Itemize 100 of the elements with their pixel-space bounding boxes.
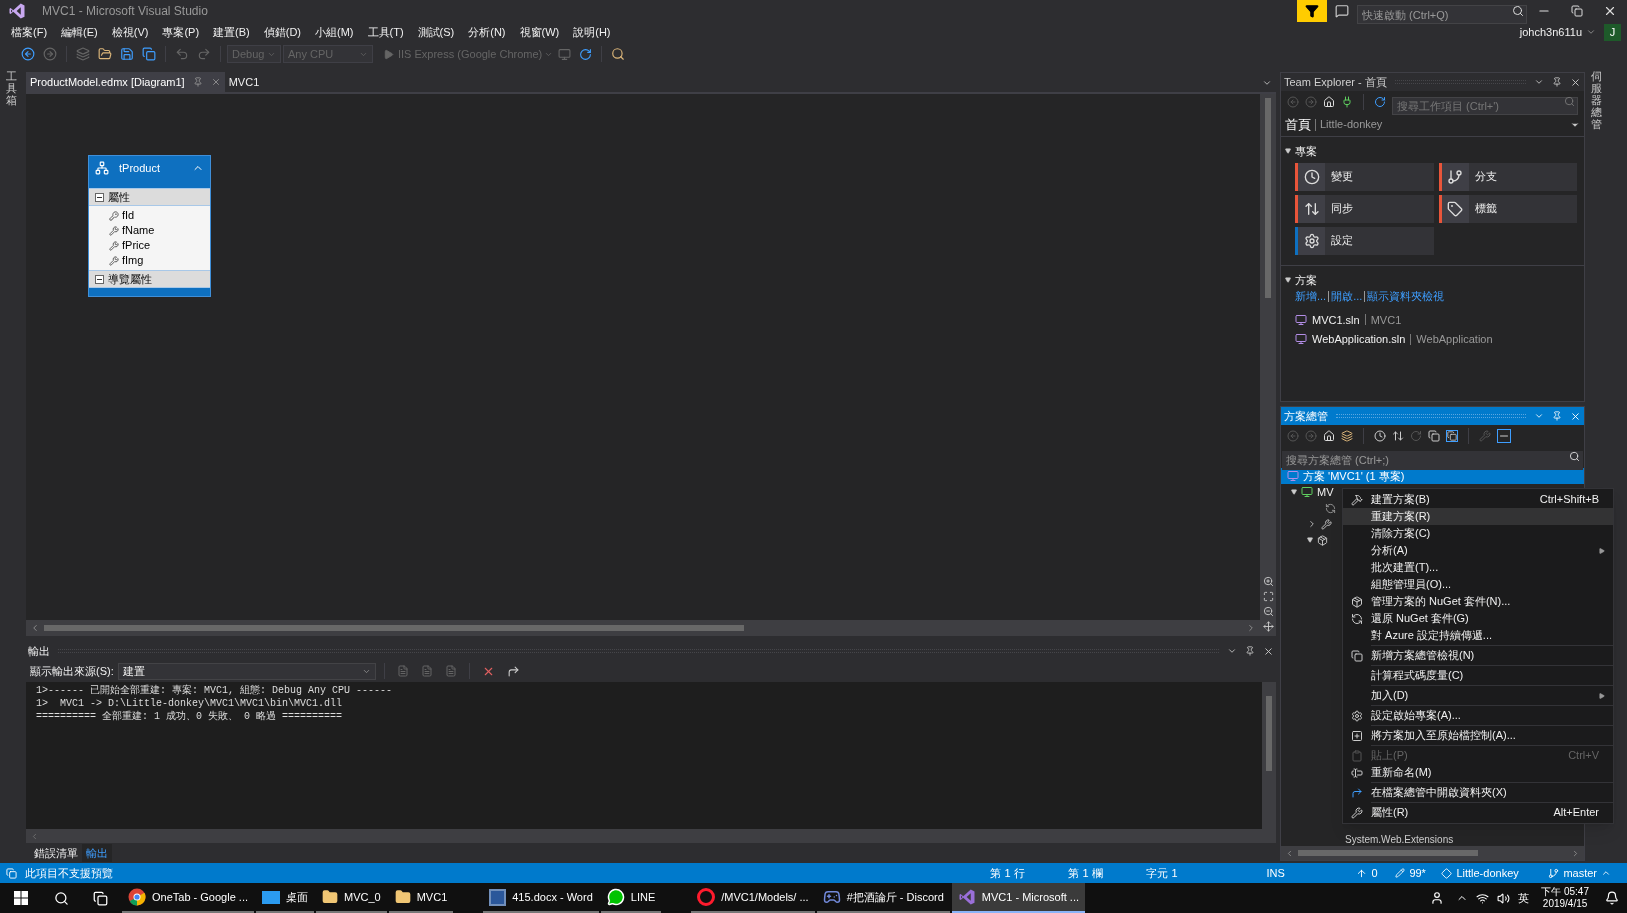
- nav-tile[interactable]: 同步: [1295, 194, 1434, 223]
- collapse-icon[interactable]: [95, 274, 104, 284]
- entity-shape[interactable]: tProduct 屬性 fId fName fPrice fImg 導覽屬性: [88, 155, 211, 297]
- close-icon[interactable]: [1570, 76, 1581, 88]
- menu-item[interactable]: 小組(M): [308, 23, 361, 41]
- previous-message-icon[interactable]: [420, 665, 433, 677]
- document-tab[interactable]: MVC1: [224, 72, 264, 92]
- user-name[interactable]: johch3n611u: [1519, 23, 1582, 41]
- solution-file[interactable]: MVC1.sln: [1312, 311, 1360, 328]
- changes-count[interactable]: 99*: [1409, 864, 1442, 882]
- menu-item[interactable]: 加入(D): [1343, 687, 1613, 704]
- branch-name[interactable]: master: [1563, 864, 1597, 882]
- zoom-in-icon[interactable]: [1262, 576, 1274, 587]
- menu-item[interactable]: 說明(H): [566, 23, 618, 41]
- scroll-left-icon[interactable]: [30, 623, 40, 633]
- expanded-icon[interactable]: [1285, 148, 1291, 155]
- open-folder-button[interactable]: [98, 47, 112, 61]
- taskbar-app[interactable]: MVC1 - Microsoft ...: [951, 883, 1086, 913]
- save-all-button[interactable]: [142, 47, 156, 61]
- menu-item[interactable]: 測試(S): [410, 23, 462, 41]
- menu-item[interactable]: 對 Azure 設定持續傳遞...: [1343, 627, 1613, 644]
- search-field[interactable]: 搜尋方案總管 (Ctrl+;): [1282, 450, 1583, 470]
- menu-item[interactable]: 視窗(W): [512, 23, 567, 41]
- branch-icon[interactable]: [1548, 867, 1560, 879]
- tree-item[interactable]: System.Web.Extensions: [1345, 833, 1454, 846]
- solution-file[interactable]: WebApplication.sln: [1312, 331, 1406, 348]
- notification-button[interactable]: [1297, 0, 1327, 22]
- menu-item[interactable]: 新增方案總管檢視(N): [1343, 647, 1613, 664]
- nav-tile[interactable]: 設定: [1295, 226, 1434, 255]
- clock[interactable]: 下午 05:47 2019/4/15: [1541, 886, 1589, 910]
- repository-icon[interactable]: [1441, 867, 1453, 879]
- taskbar-app[interactable]: 桌面: [256, 883, 314, 913]
- tree-item[interactable]: MV: [1281, 484, 1337, 500]
- scroll-left-icon[interactable]: [1285, 848, 1294, 858]
- pencil-icon[interactable]: [1395, 868, 1406, 878]
- scrollbar-thumb[interactable]: [1298, 850, 1478, 856]
- menu-item[interactable]: 將方案加入至原始檔控制(A)...: [1343, 727, 1613, 744]
- entity-property[interactable]: fImg: [89, 253, 210, 268]
- menu-item[interactable]: 分析(A): [1343, 542, 1613, 559]
- scrollbar-thumb[interactable]: [1265, 98, 1271, 298]
- taskbar-app[interactable]: #把酒論斤 - Discord: [816, 883, 950, 913]
- save-button[interactable]: [120, 47, 134, 61]
- publish-icon[interactable]: [1356, 867, 1368, 879]
- close-icon[interactable]: [1570, 410, 1581, 422]
- pin-icon[interactable]: [1552, 411, 1562, 421]
- network-icon[interactable]: [1476, 891, 1490, 905]
- collapsed-icon[interactable]: [1307, 519, 1317, 529]
- menu-item[interactable]: 工具(T): [360, 23, 411, 41]
- link[interactable]: 開啟...: [1331, 288, 1363, 305]
- menu-item[interactable]: 建置(B): [206, 23, 257, 41]
- feedback-icon[interactable]: [1335, 4, 1349, 18]
- menu-item[interactable]: 專案(P): [155, 23, 207, 41]
- document-tab[interactable]: ProductModel.edmx [Diagram1]: [26, 72, 225, 92]
- panel-tab[interactable]: 錯誤清單: [30, 844, 82, 862]
- nav-tile[interactable]: 標籤: [1438, 194, 1577, 223]
- pin-icon[interactable]: [1245, 646, 1255, 656]
- fit-icon[interactable]: [1262, 591, 1274, 602]
- start-button[interactable]: [14, 891, 28, 905]
- menu-item[interactable]: 編輯(E): [54, 23, 105, 41]
- volume-icon[interactable]: [1497, 891, 1511, 905]
- menu-item[interactable]: 管理方案的 NuGet 套件(N)...: [1343, 593, 1613, 610]
- repository-name[interactable]: Little-donkey: [1456, 864, 1549, 882]
- pan-icon[interactable]: [1262, 621, 1274, 632]
- connection-name[interactable]: Little-donkey: [1320, 116, 1566, 133]
- taskbar-app[interactable]: OneTab - Google ...: [122, 883, 254, 913]
- taskbar-app[interactable]: MVC_0: [316, 883, 387, 913]
- play-icon[interactable]: [383, 48, 394, 60]
- word-wrap-icon[interactable]: [506, 664, 520, 678]
- next-message-icon[interactable]: [444, 665, 457, 677]
- people-icon[interactable]: [1430, 891, 1445, 905]
- close-button[interactable]: [1603, 4, 1617, 18]
- menu-item[interactable]: 重新命名(M): [1343, 764, 1613, 781]
- pin-icon[interactable]: [1552, 77, 1562, 87]
- forward-button[interactable]: [43, 47, 57, 61]
- unpublished-count[interactable]: 0: [1371, 864, 1396, 882]
- home-button[interactable]: [1323, 96, 1335, 108]
- expanded-icon[interactable]: [1307, 537, 1313, 543]
- goto-output-icon[interactable]: [396, 665, 409, 677]
- scrollbar-thumb[interactable]: [44, 625, 744, 631]
- menu-item[interactable]: 建置方案(B) Ctrl+Shift+B: [1343, 491, 1613, 508]
- sync-button[interactable]: [1392, 430, 1404, 442]
- collapse-icon[interactable]: [95, 192, 104, 202]
- task-view-button[interactable]: [93, 890, 108, 906]
- menu-item[interactable]: 在檔案總管中開啟資料夾(X): [1343, 784, 1613, 801]
- menu-item[interactable]: 還原 NuGet 套件(G): [1343, 610, 1613, 627]
- pending-changes-button[interactable]: [1374, 430, 1386, 442]
- search-button[interactable]: [54, 890, 69, 906]
- menu-item[interactable]: 批次建置(T)...: [1343, 559, 1613, 576]
- menu-item[interactable]: 設定啟始專案(A)...: [1343, 707, 1613, 724]
- back-button[interactable]: [21, 47, 35, 61]
- zoom-out-icon[interactable]: [1262, 606, 1274, 617]
- source-dropdown[interactable]: 建置: [117, 662, 376, 680]
- taskbar-app[interactable]: /MVC1/Models/ ...: [691, 883, 815, 913]
- taskbar-app[interactable]: MVC1: [388, 883, 454, 913]
- taskbar-app[interactable]: 415.docx - Word: [483, 883, 599, 913]
- menu-item[interactable]: 檢視(V): [104, 23, 156, 41]
- find-in-files-button[interactable]: [611, 47, 626, 61]
- nav-tile[interactable]: 變更: [1295, 162, 1434, 191]
- menu-item[interactable]: 計算程式碼度量(C): [1343, 667, 1613, 684]
- refresh-button[interactable]: [1374, 96, 1386, 108]
